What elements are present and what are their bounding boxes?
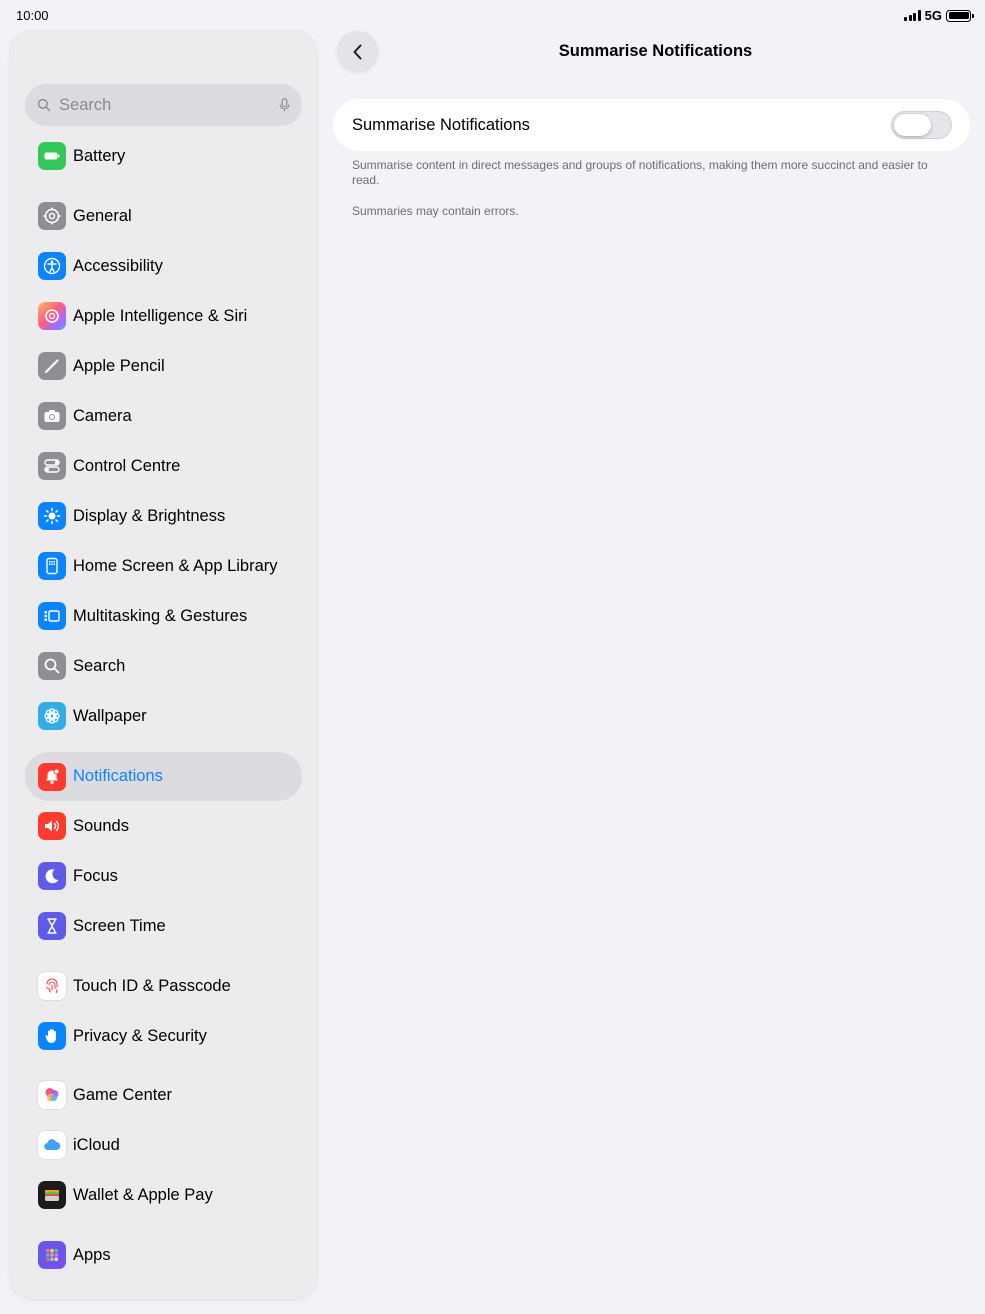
- footnote-description: Summarise content in direct messages and…: [352, 158, 928, 187]
- game-center-icon: [38, 1081, 66, 1109]
- chevron-left-icon: [353, 44, 361, 59]
- sidebar-item-label: Home Screen & App Library: [73, 556, 278, 575]
- hand-icon: [38, 1022, 66, 1050]
- sun-icon: [38, 502, 66, 530]
- status-time: 10:00: [16, 8, 49, 23]
- microphone-icon[interactable]: [279, 96, 290, 114]
- sidebar-item-label: Wallpaper: [73, 706, 147, 725]
- sidebar-item-camera[interactable]: Camera: [25, 392, 302, 440]
- sidebar-item-wallpaper[interactable]: Wallpaper: [25, 692, 302, 740]
- sidebar-item-game-center[interactable]: Game Center: [25, 1071, 302, 1119]
- sidebar-item-label: Multitasking & Gestures: [73, 606, 248, 625]
- sidebar-item-accessibility[interactable]: Accessibility: [25, 242, 302, 290]
- back-button[interactable]: [337, 31, 378, 72]
- sidebar-item-label: Privacy & Security: [73, 1026, 207, 1045]
- cellular-signal-icon: [904, 10, 921, 21]
- sidebar-item-apps[interactable]: Apps: [25, 1231, 302, 1279]
- settings-sidebar: Battery General Accessibility Apple Inte…: [10, 31, 317, 1299]
- sidebar-item-home-screen[interactable]: Home Screen & App Library: [25, 542, 302, 590]
- page-title: Summarise Notifications: [558, 42, 753, 60]
- sidebar-item-label: Sounds: [73, 816, 129, 835]
- sidebar-item-label: General: [73, 206, 132, 225]
- sidebar-item-label: Notifications: [73, 767, 163, 785]
- wallet-icon: [38, 1181, 66, 1209]
- search-input[interactable]: [59, 95, 280, 115]
- sidebar-item-label: Search: [73, 656, 126, 675]
- pencil-icon: [38, 352, 66, 380]
- sidebar-item-label: Control Centre: [73, 456, 181, 475]
- toggles-icon: [38, 452, 66, 480]
- hourglass-icon: [38, 912, 66, 940]
- apple-intelligence-icon: [38, 302, 66, 330]
- sidebar-item-apple-pencil[interactable]: Apple Pencil: [25, 342, 302, 390]
- sidebar-item-touch-id[interactable]: Touch ID & Passcode: [25, 962, 302, 1010]
- sidebar-item-search[interactable]: Search: [25, 642, 302, 690]
- sidebar-item-label: iCloud: [73, 1135, 120, 1154]
- cloud-icon: [38, 1131, 66, 1159]
- summarise-notifications-row: Summarise Notifications: [333, 99, 970, 151]
- gear-icon: [38, 202, 66, 230]
- sidebar-item-privacy-security[interactable]: Privacy & Security: [25, 1012, 302, 1060]
- sidebar-item-label: Screen Time: [73, 916, 166, 935]
- search-field[interactable]: [25, 84, 302, 126]
- setting-label: Summarise Notifications: [352, 115, 530, 134]
- sidebar-item-label: Camera: [73, 406, 132, 425]
- sidebar-item-label: Accessibility: [73, 256, 163, 275]
- sidebar-item-focus[interactable]: Focus: [25, 852, 302, 900]
- sidebar-item-screen-time[interactable]: Screen Time: [25, 902, 302, 950]
- battery-icon: [38, 142, 66, 170]
- moon-icon: [38, 862, 66, 890]
- battery-status-icon: [946, 9, 974, 22]
- sidebar-item-label: Battery: [73, 146, 126, 165]
- search-icon: [38, 652, 66, 680]
- speaker-icon: [38, 812, 66, 840]
- sidebar-item-label: Apple Pencil: [73, 356, 165, 375]
- status-bar: 10:00 5G: [0, 0, 985, 30]
- sidebar-item-control-centre[interactable]: Control Centre: [25, 442, 302, 490]
- apps-grid-icon: [38, 1241, 66, 1269]
- sidebar-item-battery[interactable]: Battery: [25, 132, 302, 180]
- sidebar-item-label: Display & Brightness: [73, 506, 226, 525]
- sidebar-item-display-brightness[interactable]: Display & Brightness: [25, 492, 302, 540]
- bell-icon: [38, 762, 66, 791]
- sidebar-item-label: Apps: [73, 1245, 111, 1264]
- summarise-notifications-toggle[interactable]: [891, 111, 952, 139]
- sidebar-item-label: Game Center: [73, 1085, 173, 1104]
- home-screen-icon: [38, 552, 66, 580]
- network-type: 5G: [924, 8, 942, 23]
- sidebar-item-label: Touch ID & Passcode: [73, 976, 231, 995]
- camera-icon: [38, 402, 66, 430]
- sidebar-item-notifications[interactable]: Notifications: [25, 752, 302, 801]
- toggle-knob: [894, 114, 931, 136]
- fingerprint-icon: [38, 972, 66, 1000]
- sidebar-item-apple-intelligence[interactable]: Apple Intelligence & Siri: [25, 292, 302, 340]
- sidebar-item-wallet[interactable]: Wallet & Apple Pay: [25, 1171, 302, 1219]
- search-icon: [37, 98, 51, 112]
- flower-icon: [38, 702, 66, 730]
- footnote-warning: Summaries may contain errors.: [352, 204, 519, 218]
- sidebar-item-multitasking[interactable]: Multitasking & Gestures: [25, 592, 302, 640]
- sidebar-item-general[interactable]: General: [25, 192, 302, 240]
- sidebar-item-label: Wallet & Apple Pay: [73, 1185, 213, 1204]
- sidebar-item-icloud[interactable]: iCloud: [25, 1121, 302, 1169]
- sidebar-item-label: Focus: [73, 866, 118, 885]
- sidebar-item-label: Apple Intelligence & Siri: [73, 306, 248, 325]
- multitasking-icon: [38, 602, 66, 630]
- sidebar-item-sounds[interactable]: Sounds: [25, 802, 302, 850]
- accessibility-icon: [38, 252, 66, 280]
- status-indicators: 5G: [904, 8, 974, 23]
